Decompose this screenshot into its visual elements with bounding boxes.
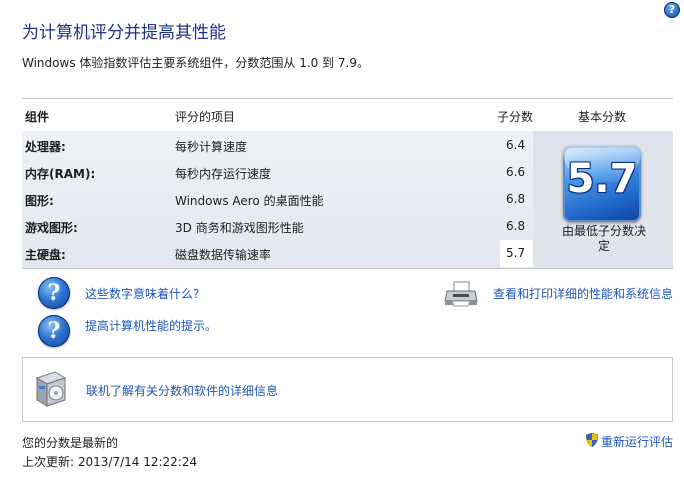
subscore-value: 5.7 [506, 246, 526, 260]
table-row-processor: 处理器: 每秒计算速度 6.4 [22, 132, 533, 159]
component-label: 内存(RAM): [25, 167, 96, 181]
page-subtitle: Windows 体验指数评估主要系统组件，分数范围从 1.0 到 7.9。 [22, 56, 369, 70]
table-row-memory: 内存(RAM): 每秒内存运行速度 6.6 [22, 159, 533, 186]
rated-item: 每秒内存运行速度 [175, 167, 272, 181]
online-info-link[interactable]: 联机了解有关分数和软件的详细信息 [86, 382, 278, 399]
help-icon[interactable]: ? [664, 2, 680, 18]
subscore-value: 6.4 [506, 138, 526, 152]
table-top-divider [22, 98, 673, 99]
question-icon[interactable]: ? [38, 277, 70, 309]
base-score-caption: 由最低子分数决定 [561, 224, 646, 253]
question-icon[interactable]: ? [38, 315, 70, 347]
subscore-value: 6.6 [506, 165, 526, 179]
rated-item: 磁盘数据传输速率 [175, 248, 272, 262]
component-label: 主硬盘: [25, 248, 66, 262]
base-score-badge: 5.7 [563, 146, 641, 222]
component-label: 图形: [25, 194, 54, 208]
view-print-details-link[interactable]: 查看和打印详细的性能和系统信息 [493, 285, 673, 302]
software-box-icon [35, 371, 67, 407]
rated-item: 3D 商务和游戏图形性能 [175, 221, 304, 235]
base-score-value: 5.7 [566, 156, 638, 202]
component-label: 游戏图形: [25, 221, 78, 235]
printer-icon[interactable] [444, 281, 478, 307]
what-numbers-mean-link[interactable]: 这些数字意味着什么? [85, 285, 199, 302]
header-subscore: 子分数 [497, 110, 534, 124]
rerun-assessment-link[interactable]: 重新运行评估 [601, 433, 673, 450]
rated-item: 每秒计算速度 [175, 140, 248, 154]
component-label: 处理器: [25, 140, 66, 154]
table-bottom-divider [22, 268, 673, 269]
uac-shield-icon [586, 433, 598, 447]
header-rated-item: 评分的项目 [175, 110, 236, 124]
score-status: 您的分数是最新的 [22, 436, 119, 450]
last-update-time: 上次更新: 2013/7/14 12:22:24 [22, 455, 198, 469]
header-base-score: 基本分数 [578, 110, 627, 124]
subscore-value: 6.8 [506, 219, 526, 233]
subscore-value: 6.8 [506, 192, 526, 206]
performance-tips-link[interactable]: 提高计算机性能的提示。 [85, 317, 217, 334]
table-row-gaming-graphics: 游戏图形: 3D 商务和游戏图形性能 6.8 [22, 213, 533, 240]
header-component: 组件 [25, 110, 50, 124]
table-row-graphics: 图形: Windows Aero 的桌面性能 6.8 [22, 186, 533, 213]
table-row-primary-disk: 主硬盘: 磁盘数据传输速率 5.7 [22, 240, 533, 267]
rated-item: Windows Aero 的桌面性能 [175, 194, 324, 208]
page-title: 为计算机评分并提高其性能 [22, 23, 226, 43]
